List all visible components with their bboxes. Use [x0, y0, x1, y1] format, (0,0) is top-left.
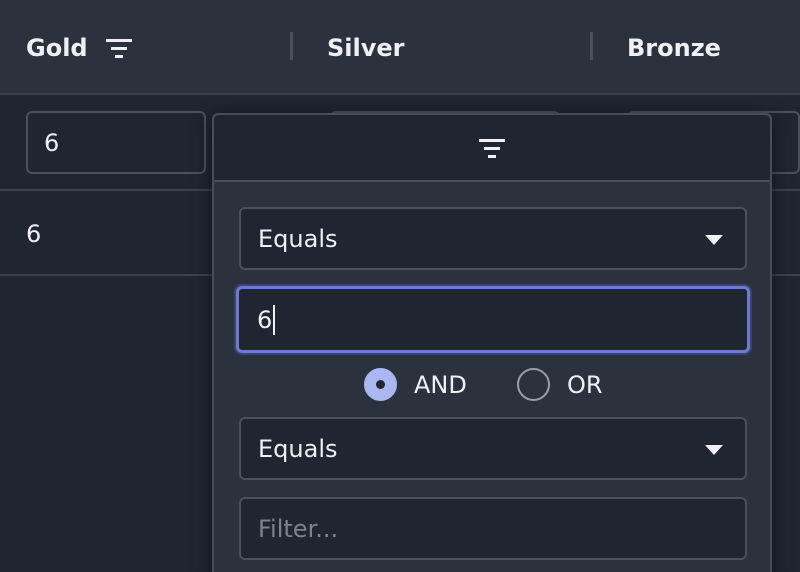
filter-tab[interactable] — [214, 115, 770, 182]
column-resize-handle[interactable] — [590, 32, 593, 60]
filter-value-input-2[interactable]: Filter... — [239, 497, 747, 560]
column-header-label: Silver — [327, 33, 405, 62]
radio-or[interactable] — [517, 368, 550, 401]
chevron-down-icon — [705, 235, 723, 245]
data-grid: Gold Silver Bronze 6 6 Equals 6 AND OR E… — [0, 0, 800, 572]
condition-type-select-2[interactable]: Equals — [239, 417, 747, 480]
select-value: Equals — [258, 434, 338, 463]
column-header-silver[interactable]: Silver — [327, 0, 405, 95]
filter-tab-icon — [479, 138, 505, 158]
text-caret — [273, 304, 276, 335]
column-resize-handle[interactable] — [290, 32, 293, 60]
filter-popup: Equals 6 AND OR Equals Filter... — [212, 113, 772, 572]
condition-type-select-1[interactable]: Equals — [239, 207, 747, 270]
radio-and[interactable] — [364, 368, 397, 401]
filter-menu-icon[interactable] — [105, 38, 132, 58]
select-value: Equals — [258, 224, 338, 253]
column-header-label: Bronze — [627, 33, 721, 62]
radio-or-label[interactable]: OR — [567, 363, 603, 407]
cell-gold[interactable]: 6 — [26, 191, 41, 276]
column-header-gold[interactable]: Gold — [26, 0, 132, 95]
join-operator-group: AND OR — [214, 363, 770, 407]
column-header-label: Gold — [26, 33, 88, 62]
filter-value-input-1[interactable]: 6 — [236, 286, 750, 353]
input-value: 6 — [257, 305, 273, 334]
floating-filter-gold[interactable]: 6 — [26, 111, 206, 174]
header-row: Gold Silver Bronze — [0, 0, 800, 95]
filter-menu-icon-svg — [105, 38, 132, 58]
input-placeholder: Filter... — [258, 514, 339, 543]
column-header-bronze[interactable]: Bronze — [627, 0, 721, 95]
radio-and-label[interactable]: AND — [414, 363, 467, 407]
chevron-down-icon — [705, 445, 723, 455]
